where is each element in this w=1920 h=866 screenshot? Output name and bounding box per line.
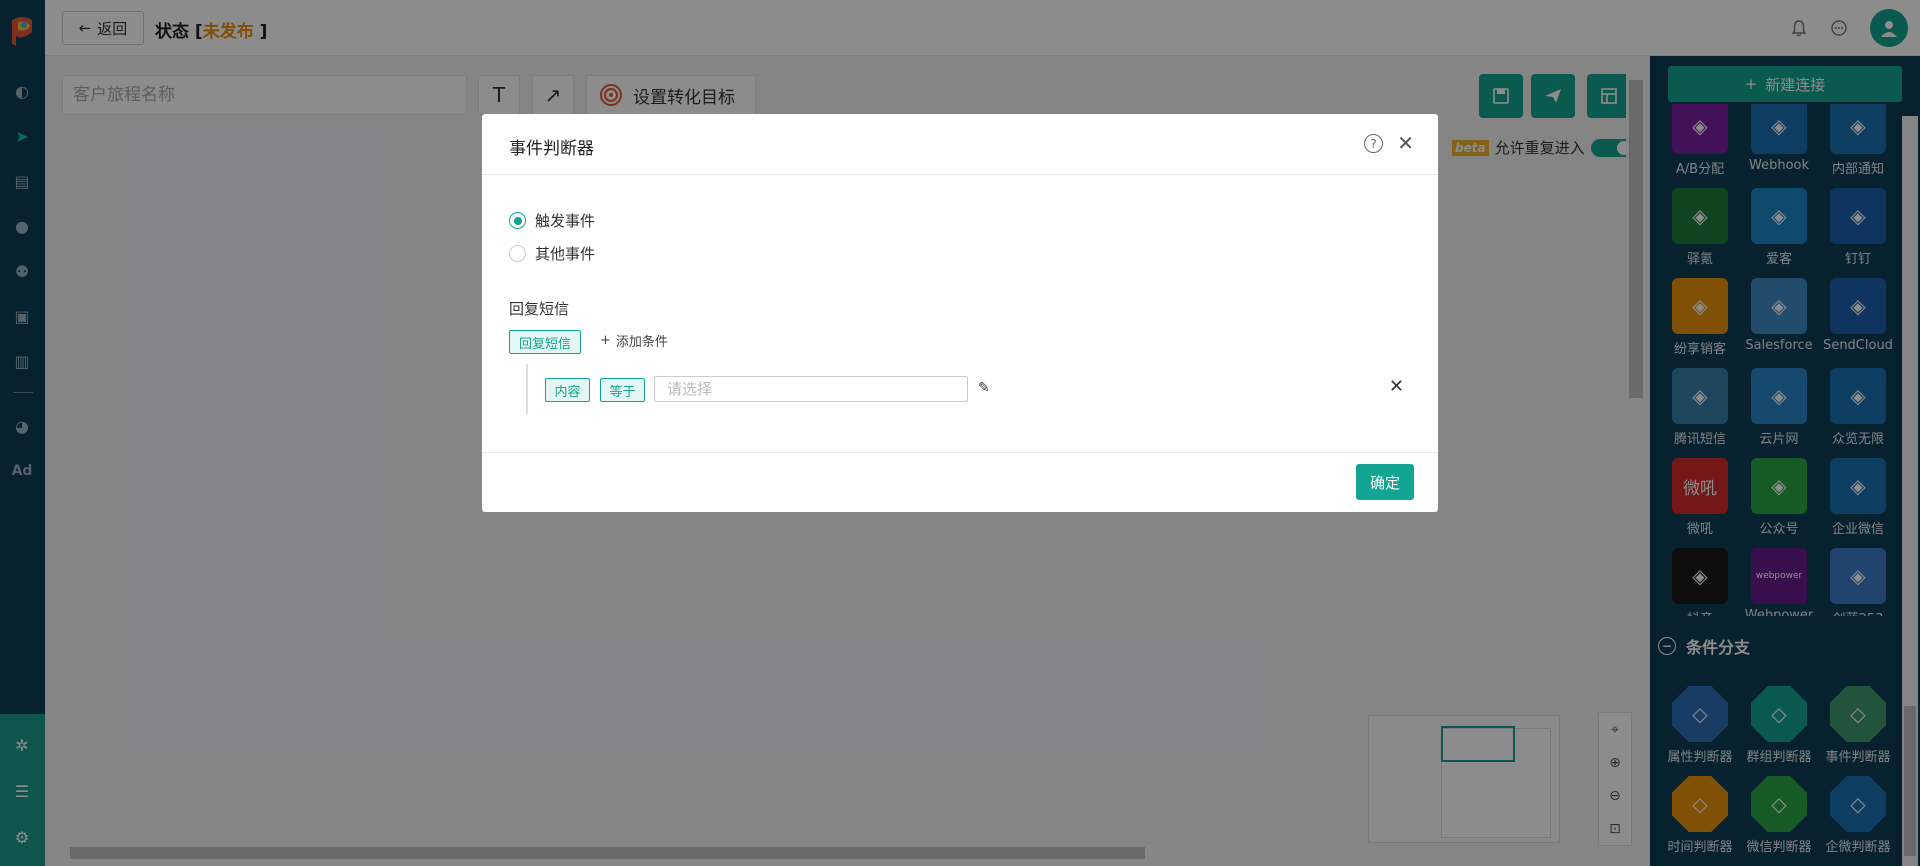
section-label: 回复短信 — [509, 300, 570, 318]
radio-button[interactable] — [509, 245, 526, 262]
remove-condition-icon[interactable]: ✕ — [1389, 376, 1404, 397]
field-tag[interactable]: 内容 — [545, 378, 590, 402]
dialog-title: 事件判断器 — [509, 139, 594, 159]
event-judge-dialog: 事件判断器 ? ✕ 触发事件 其他事件 回复短信 回复短信 + 添加条件 内容 … — [482, 114, 1438, 512]
radio-other-event[interactable]: 其他事件 — [509, 243, 595, 264]
help-icon[interactable]: ? — [1364, 134, 1383, 153]
plus-icon: + — [600, 333, 611, 348]
close-icon[interactable]: ✕ — [1397, 131, 1414, 155]
radio-label: 其他事件 — [535, 245, 596, 263]
pencil-icon[interactable]: ✎ — [978, 380, 990, 396]
event-tag[interactable]: 回复短信 — [509, 330, 581, 354]
radio-label: 触发事件 — [535, 212, 596, 230]
operator-tag[interactable]: 等于 — [600, 378, 645, 402]
radio-button[interactable] — [509, 212, 526, 229]
add-condition-label: 添加条件 — [615, 335, 668, 350]
dialog-header: 事件判断器 ? ✕ — [482, 114, 1438, 175]
radio-trigger-event[interactable]: 触发事件 — [509, 210, 595, 231]
confirm-button[interactable]: 确定 — [1356, 464, 1414, 500]
add-condition-button[interactable]: + 添加条件 — [600, 331, 668, 350]
dialog-footer: 确定 — [482, 452, 1438, 512]
value-select[interactable]: 请选择 — [654, 376, 968, 402]
condition-tree-line — [526, 364, 528, 414]
